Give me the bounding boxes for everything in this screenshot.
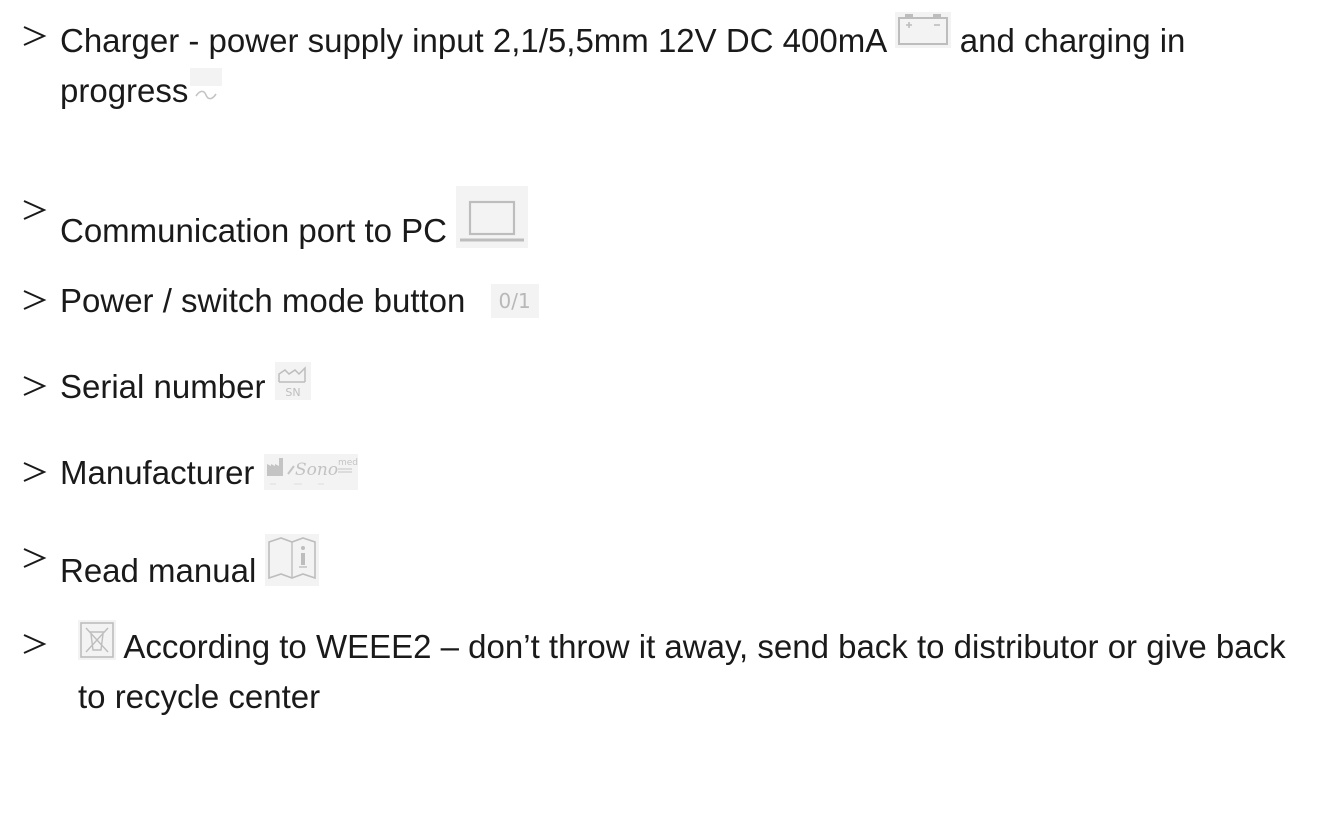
list-item-charger: Charger - power supply input 2,1/5,5mm 1… — [20, 12, 1305, 116]
list-item-communication-port: Communication port to PC — [20, 186, 1305, 256]
document-page: Charger - power supply input 2,1/5,5mm 1… — [0, 0, 1325, 818]
list-item-text: Serial number SN — [60, 362, 1305, 412]
arrow-bullet-icon — [20, 186, 60, 236]
serial-number-text: Serial number — [60, 368, 275, 405]
charger-text: Charger - power supply input 2,1/5,5mm 1… — [60, 22, 895, 59]
list-item-text: Communication port to PC — [60, 186, 1305, 256]
read-manual-icon — [265, 534, 320, 586]
list-item-text: According to WEEE2 – don’t throw it away… — [78, 620, 1305, 722]
list-item-text: Manufacturer Sono med — [60, 448, 1305, 498]
serial-number-icon: SN — [274, 362, 311, 400]
list-item-serial-number: Serial number SN — [20, 362, 1305, 412]
manufacturer-icon-sup: med — [338, 458, 358, 468]
serial-number-icon-label: SN — [285, 386, 300, 399]
arrow-bullet-icon — [20, 362, 60, 412]
list-item-read-manual: Read manual — [20, 534, 1305, 596]
list-item-text: Charger - power supply input 2,1/5,5mm 1… — [60, 12, 1305, 116]
laptop-icon — [456, 186, 529, 248]
manufacturer-text: Manufacturer — [60, 454, 264, 491]
communication-port-text: Communication port to PC — [60, 212, 457, 249]
power-button-text: Power / switch mode button — [60, 282, 475, 319]
arrow-bullet-icon — [20, 276, 60, 326]
manufacturer-icon: Sono med — [263, 454, 358, 490]
arrow-bullet-icon — [20, 534, 60, 584]
battery-icon — [894, 12, 951, 48]
weee-text: According to WEEE2 – don’t throw it away… — [78, 628, 1286, 715]
list-item-text: Power / switch mode button 0/1 — [60, 276, 1305, 326]
arrow-bullet-icon — [20, 12, 60, 62]
arrow-bullet-icon — [20, 448, 60, 498]
read-manual-text: Read manual — [60, 552, 266, 589]
arrow-bullet-icon — [20, 620, 60, 670]
list-item-power-button: Power / switch mode button 0/1 — [20, 276, 1305, 326]
weee-crossed-bin-icon — [78, 620, 116, 660]
list-item-weee: According to WEEE2 – don’t throw it away… — [20, 620, 1305, 722]
list-item-text: Read manual — [60, 534, 1305, 596]
manufacturer-icon-label: Sono — [295, 460, 338, 480]
ac-wave-icon — [190, 68, 223, 100]
list-item-manufacturer: Manufacturer Sono med — [20, 448, 1305, 498]
power-switch-icon: 0/1 — [490, 284, 539, 318]
